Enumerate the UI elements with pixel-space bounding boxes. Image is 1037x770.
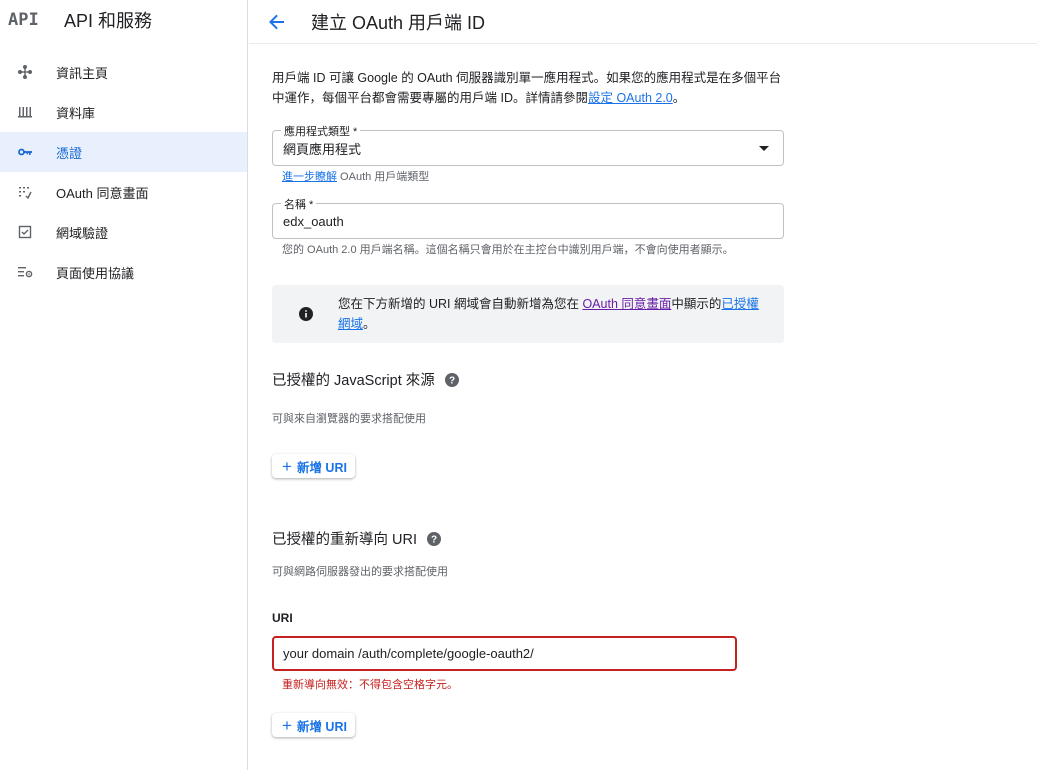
sidebar-item-label: OAuth 同意畫面 — [56, 185, 149, 201]
sidebar: API API 和服務 資訊主頁 資料庫 憑證 OAuth 同意畫面 網域驗證 … — [0, 0, 248, 770]
app-type-label: 應用程式類型 * — [281, 123, 361, 139]
key-icon — [16, 143, 34, 161]
sidebar-item-label: 資料庫 — [56, 105, 96, 121]
plus-icon: + — [282, 456, 292, 476]
page-title: 建立 OAuth 用戶端 ID — [311, 12, 486, 33]
info-text: 您在下方新增的 URI 網域會自動新增為您在 OAuth 同意畫面中顯示的已授權… — [338, 294, 768, 334]
app-type-hint: 進一步瞭解 OAuth 用戶端類型 — [282, 170, 784, 185]
redirect-error-message: 重新導向無效：不得包含空格字元。 — [282, 679, 458, 691]
js-origins-subtitle: 可與來自瀏覽器的要求搭配使用 — [272, 413, 426, 425]
sidebar-item-label: 網域驗證 — [56, 225, 109, 241]
main-content: 用戶端 ID 可讓 Google 的 OAuth 伺服器識別單一應用程式。如果您… — [272, 44, 784, 737]
app-type-value: 網頁應用程式 — [283, 141, 362, 157]
intro-body: 用戶端 ID 可讓 Google 的 OAuth 伺服器識別單一應用程式。如果您… — [272, 71, 782, 105]
sidebar-item-credentials[interactable]: 憑證 — [0, 132, 247, 172]
sidebar-nav: 資訊主頁 資料庫 憑證 OAuth 同意畫面 網域驗證 頁面使用協議 — [0, 52, 247, 292]
settings-list-icon — [16, 263, 34, 281]
info-box: 您在下方新增的 URI 網域會自動新增為您在 OAuth 同意畫面中顯示的已授權… — [272, 285, 784, 343]
svg-text:?: ? — [431, 534, 437, 545]
name-field[interactable]: 名稱 * edx_oauth — [272, 196, 784, 239]
arrow-back-icon — [269, 14, 284, 29]
intro-text: 用戶端 ID 可讓 Google 的 OAuth 伺服器識別單一應用程式。如果您… — [272, 68, 784, 108]
name-hint: 您的 OAuth 2.0 用戶端名稱。這個名稱只會用於在主控台中識別用戶端，不會… — [282, 244, 734, 256]
svg-text:?: ? — [449, 375, 455, 386]
dashboard-icon — [16, 63, 34, 81]
add-uri-label: 新增 URI — [296, 719, 347, 734]
sidebar-item-dashboard[interactable]: 資訊主頁 — [0, 52, 247, 92]
js-origins-title-text: 已授權的 JavaScript 來源 — [272, 373, 435, 389]
js-origins-section: 已授權的 JavaScript 來源 ? 可與來自瀏覽器的要求搭配使用 + 新增 … — [272, 369, 784, 478]
page-header: 建立 OAuth 用戶端 ID — [249, 0, 1037, 44]
plus-icon: + — [282, 715, 292, 735]
dropdown-arrow-icon — [759, 146, 769, 151]
sidebar-item-page-usage-agreement[interactable]: 頁面使用協議 — [0, 252, 247, 292]
info-text-part: 中顯示的 — [671, 297, 722, 311]
api-logo: API — [8, 10, 39, 30]
brand: API API 和服務 — [0, 0, 247, 40]
sidebar-item-library[interactable]: 資料庫 — [0, 92, 247, 132]
info-text-part: 您在下方新增的 URI 網域會自動新增為您在 — [338, 297, 583, 311]
redirect-uri-section: 已授權的重新導向 URI ? 可與網路伺服器發出的要求搭配使用 URI your… — [272, 528, 784, 737]
redirect-title: 已授權的重新導向 URI ? — [272, 528, 784, 549]
name-value: edx_oauth — [283, 213, 344, 229]
app-type-select[interactable]: 應用程式類型 * 網頁應用程式 — [272, 123, 784, 166]
help-icon[interactable]: ? — [427, 531, 441, 546]
redirect-uri-value: your domain /auth/complete/google-oauth2… — [283, 646, 534, 661]
hint-text: OAuth 用戶端類型 — [337, 171, 430, 183]
sidebar-item-label: 憑證 — [56, 145, 83, 161]
back-button[interactable] — [263, 8, 291, 36]
sidebar-item-label: 資訊主頁 — [56, 65, 109, 81]
oauth-consent-link[interactable]: OAuth 同意畫面 — [582, 297, 671, 311]
uri-label: URI — [272, 611, 293, 625]
info-icon — [299, 307, 313, 321]
app-title: API 和服務 — [64, 11, 153, 31]
help-icon[interactable]: ? — [444, 372, 459, 387]
setup-oauth-link[interactable]: 設定 OAuth 2.0 — [588, 91, 673, 105]
sidebar-item-domain-verification[interactable]: 網域驗證 — [0, 212, 247, 252]
add-uri-label: 新增 URI — [296, 460, 347, 475]
intro-end: 。 — [672, 91, 686, 105]
sidebar-item-label: 頁面使用協議 — [56, 265, 135, 281]
info-text-part: 。 — [363, 317, 376, 331]
sidebar-item-oauth-consent[interactable]: OAuth 同意畫面 — [0, 172, 247, 212]
learn-more-link[interactable]: 進一步瞭解 — [282, 171, 337, 183]
redirect-title-text: 已授權的重新導向 URI — [272, 532, 417, 548]
library-icon — [16, 103, 34, 121]
consent-icon — [16, 183, 34, 201]
redirect-subtitle: 可與網路伺服器發出的要求搭配使用 — [272, 566, 448, 578]
checkbox-icon — [16, 223, 34, 241]
name-label: 名稱 * — [281, 196, 317, 212]
add-redirect-uri-button[interactable]: + 新增 URI — [272, 713, 355, 737]
redirect-uri-input[interactable]: your domain /auth/complete/google-oauth2… — [272, 636, 737, 671]
add-js-origin-uri-button[interactable]: + 新增 URI — [272, 454, 355, 478]
js-origins-title: 已授權的 JavaScript 來源 ? — [272, 369, 784, 390]
